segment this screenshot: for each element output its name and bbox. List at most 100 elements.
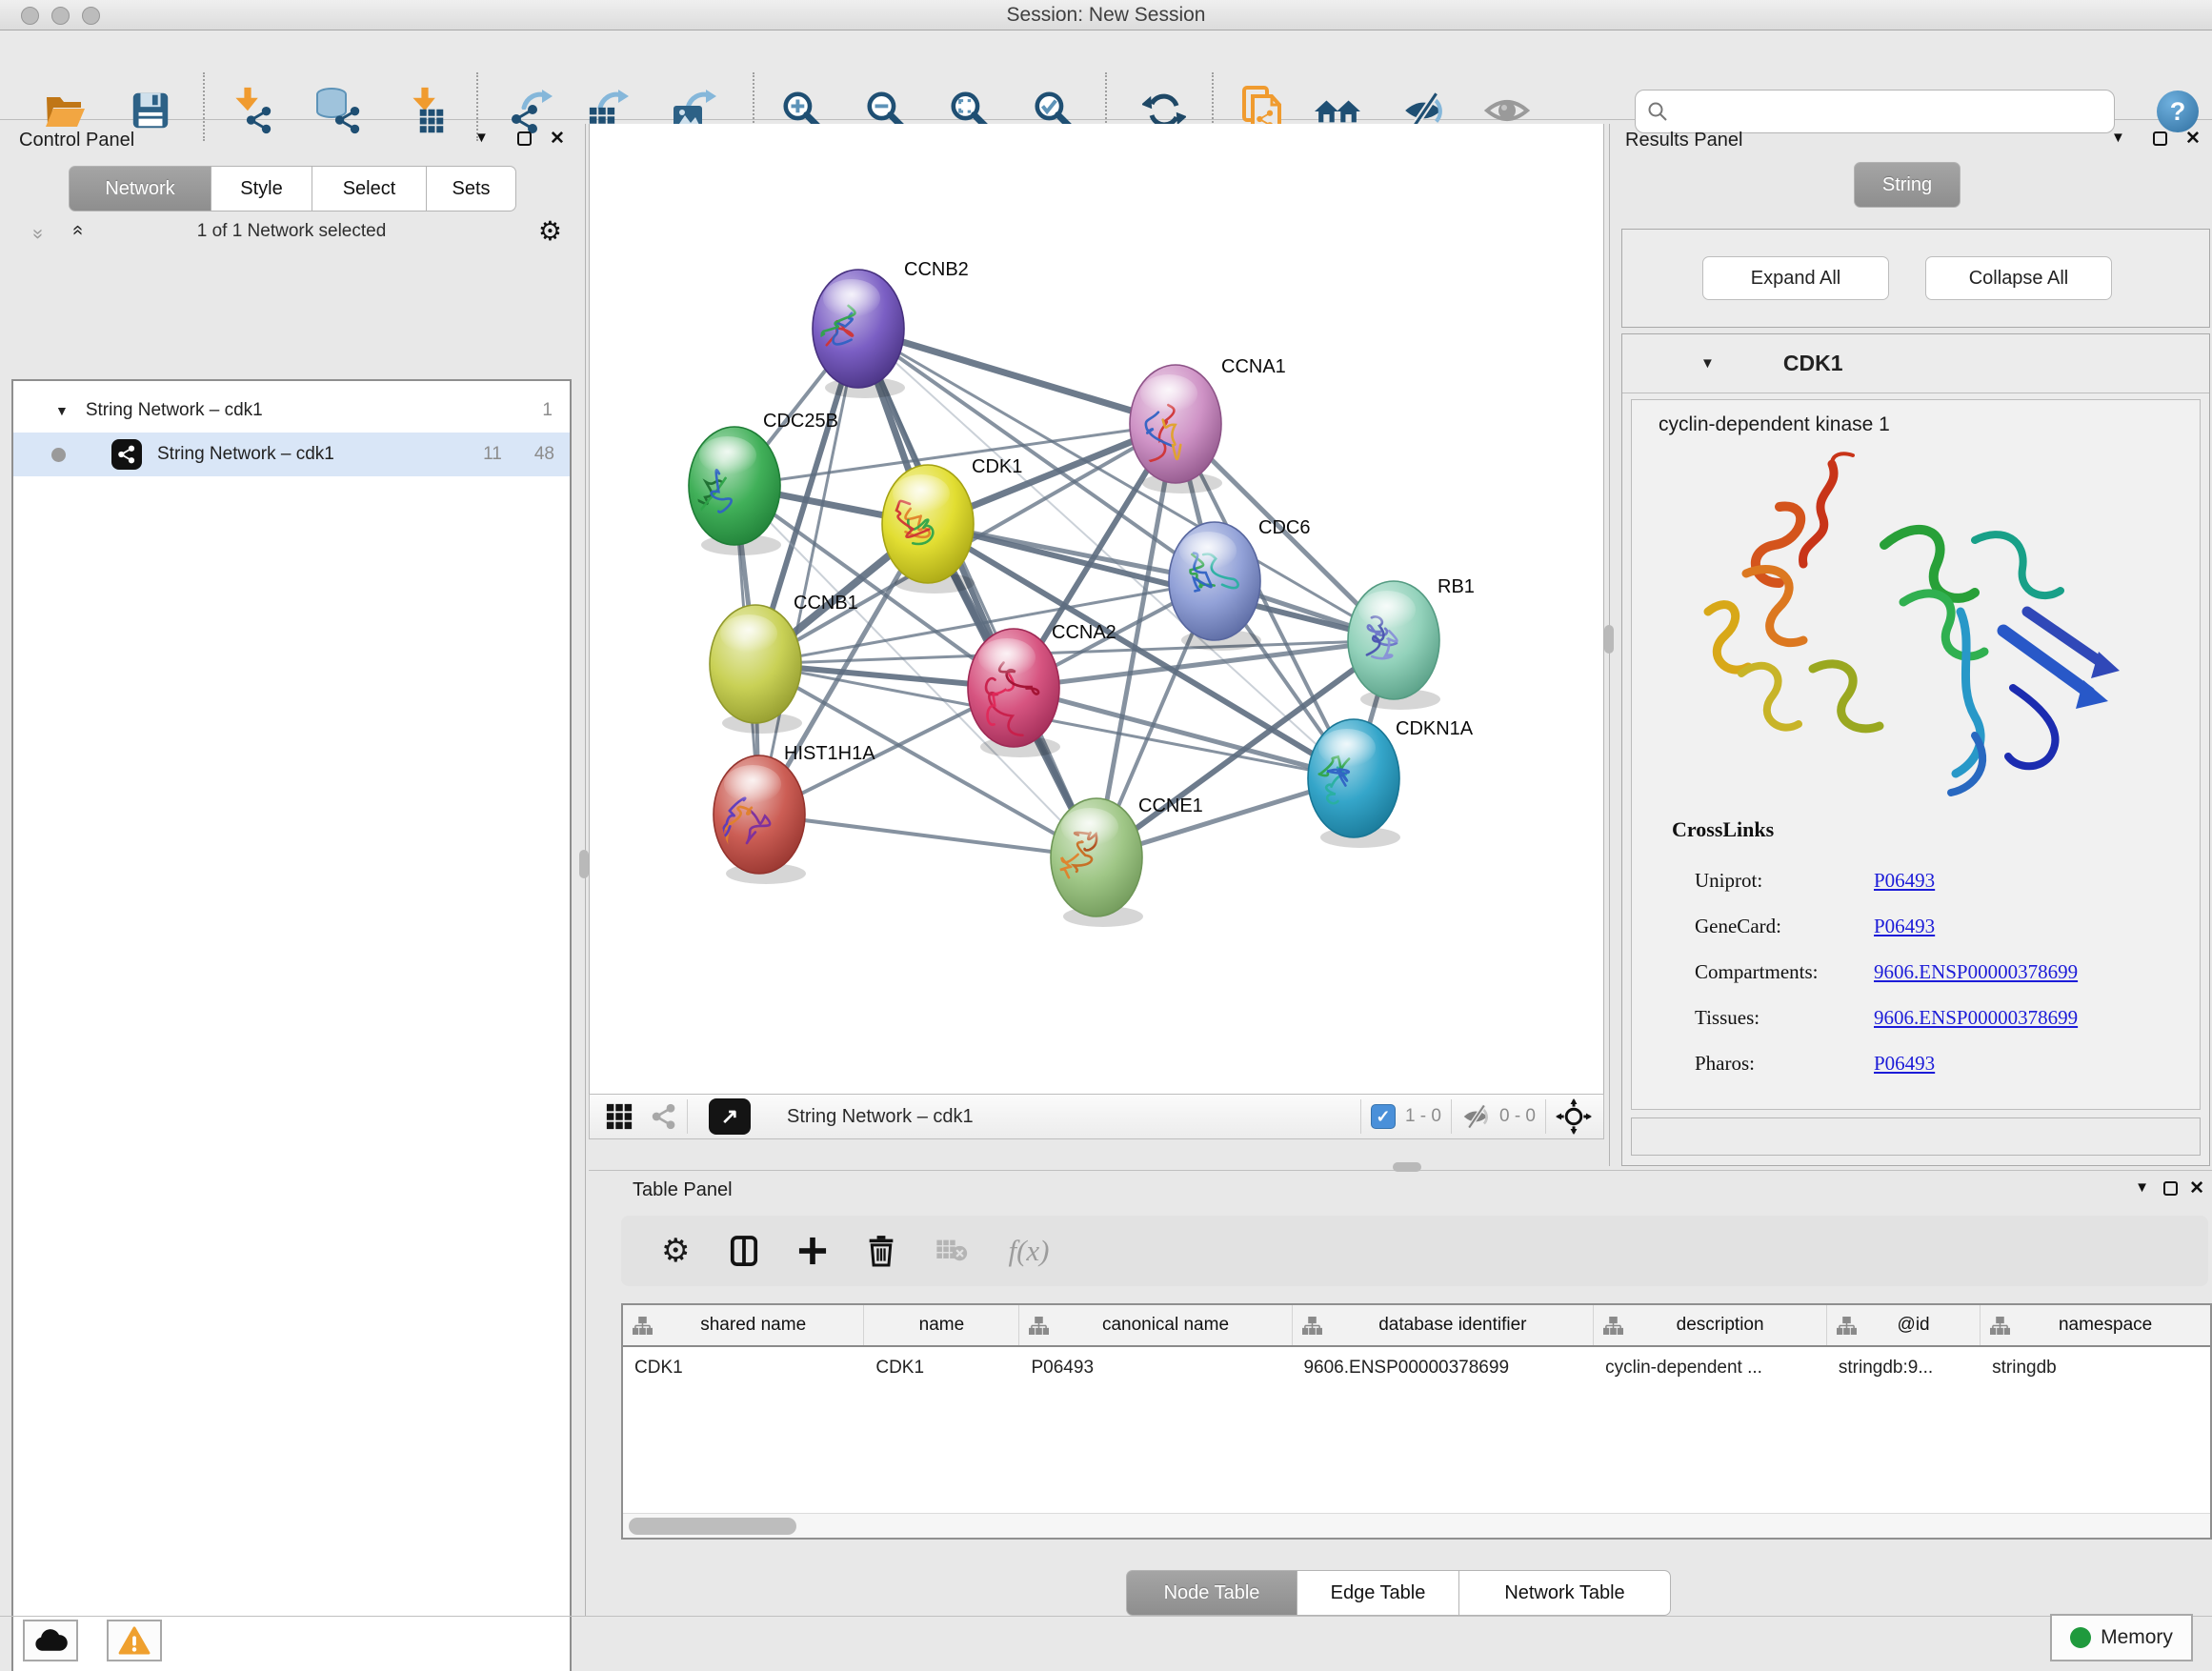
cloud-icon <box>33 1628 68 1653</box>
birds-eye-grid-icon[interactable] <box>605 1102 633 1131</box>
tab-node-table[interactable]: Node Table <box>1126 1570 1297 1616</box>
network-graph: CCNB2CCNA1CDC25BCDK1CDC6RB1CCNB1CCNA2CDK… <box>590 124 1603 1094</box>
float-panel-icon[interactable] <box>2153 131 2167 146</box>
network-node-ccne1[interactable]: CCNE1 <box>1051 795 1203 927</box>
crosslink-link[interactable]: 9606.ENSP00000378699 <box>1874 960 2078 984</box>
network-node-cdc6[interactable]: CDC6 <box>1169 517 1310 651</box>
cell-description[interactable]: cyclin-dependent ... <box>1594 1358 1827 1379</box>
tab-network-table[interactable]: Network Table <box>1459 1570 1671 1616</box>
gene-header[interactable]: ▼ CDK1 <box>1622 334 2209 393</box>
close-panel-icon[interactable]: ✕ <box>550 128 565 150</box>
tab-network[interactable]: Network <box>69 166 211 211</box>
function-builder-icon: f(x) <box>1008 1234 1049 1268</box>
divider <box>1545 1099 1546 1134</box>
network-edge[interactable] <box>858 329 1176 424</box>
expand-all-button[interactable]: Expand All <box>1702 256 1889 300</box>
tab-edge-table[interactable]: Edge Table <box>1297 1570 1459 1616</box>
show-columns-icon[interactable] <box>730 1235 758 1267</box>
results-panel-title: Results Panel <box>1625 130 1742 151</box>
node-label: CCNA2 <box>1052 622 1116 643</box>
network-row[interactable]: String Network – cdk1 11 48 <box>13 433 570 476</box>
gene-description: cyclin-dependent kinase 1 <box>1659 413 1890 436</box>
bottom-splitter-handle[interactable] <box>1393 1162 1421 1172</box>
network-node-cdkn1a[interactable]: CDKN1A <box>1308 718 1474 848</box>
network-canvas[interactable]: CCNB2CCNA1CDC25BCDK1CDC6RB1CCNB1CCNA2CDK… <box>589 124 1604 1094</box>
crosslinks-list: Uniprot: P06493 GeneCard: P06493 Compart… <box>1695 857 2171 1086</box>
cloud-status-button[interactable] <box>23 1620 78 1661</box>
crosslink-row: Tissues: 9606.ENSP00000378699 <box>1695 995 2171 1040</box>
tab-string[interactable]: String <box>1854 162 1961 208</box>
column-header[interactable]: @id <box>1827 1305 1981 1345</box>
collapsed-section[interactable] <box>1631 1117 2201 1156</box>
title-bar: Session: New Session <box>0 0 2212 30</box>
cell-namespace[interactable]: stringdb <box>1981 1358 2210 1379</box>
tab-select[interactable]: Select <box>312 166 427 211</box>
crosslink-row: Uniprot: P06493 <box>1695 857 2171 903</box>
selected-checkbox[interactable]: ✓ <box>1371 1104 1396 1129</box>
left-splitter-handle[interactable] <box>579 850 589 878</box>
column-header[interactable]: description <box>1594 1305 1827 1345</box>
tree-expand-icon[interactable]: ▼ <box>55 403 69 418</box>
gene-panel: ▼ CDK1 cyclin-dependent kinase 1 <box>1621 333 2210 1166</box>
node-label: CCNB1 <box>794 593 858 614</box>
crosslink-link[interactable]: P06493 <box>1874 869 1935 893</box>
network-node-cdc25b[interactable]: CDC25B <box>677 411 838 555</box>
gene-details: cyclin-dependent kinase 1 C <box>1631 399 2201 1110</box>
selected-count: 1 - 0 <box>1405 1106 1441 1127</box>
warnings-button[interactable] <box>107 1620 162 1661</box>
crosslink-link[interactable]: P06493 <box>1874 1052 1935 1076</box>
scrollbar-thumb[interactable] <box>629 1518 796 1535</box>
string-network-icon <box>111 439 142 470</box>
delete-column-trash-icon[interactable] <box>867 1235 895 1267</box>
column-type-icon <box>1029 1317 1049 1335</box>
network-node-hist1h1a[interactable]: HIST1H1A <box>714 743 875 884</box>
collapse-all-button[interactable]: Collapse All <box>1925 256 2112 300</box>
crosslink-label: Uniprot: <box>1695 869 1874 893</box>
close-panel-icon[interactable]: ✕ <box>2189 1178 2204 1199</box>
column-header[interactable]: canonical name <box>1019 1305 1292 1345</box>
warning-icon <box>118 1626 151 1655</box>
collapse-panel-icon[interactable]: ▼ <box>2135 1179 2149 1196</box>
status-bar-divider <box>0 1616 2212 1617</box>
crosslink-link[interactable]: 9606.ENSP00000378699 <box>1874 1006 2078 1030</box>
network-node-rb1[interactable]: RB1 <box>1348 576 1475 710</box>
collapse-panel-icon[interactable]: ▼ <box>474 130 489 146</box>
close-panel-icon[interactable]: ✕ <box>2185 128 2201 150</box>
network-node-ccnb1[interactable]: CCNB1 <box>710 593 858 734</box>
network-options-gear-icon[interactable]: ⚙ <box>538 215 562 247</box>
column-header[interactable]: name <box>864 1305 1019 1345</box>
column-type-icon <box>1837 1317 1857 1335</box>
crosslink-link[interactable]: P06493 <box>1874 915 1935 938</box>
column-header[interactable]: namespace <box>1981 1305 2210 1345</box>
gene-collapse-icon[interactable]: ▼ <box>1700 355 1715 372</box>
detach-view-button[interactable]: ↗ <box>709 1098 751 1135</box>
tab-style[interactable]: Style <box>211 166 312 211</box>
control-panel-tabs: Network Style Select Sets <box>69 166 516 211</box>
column-header[interactable]: shared name <box>623 1305 864 1345</box>
cell-name[interactable]: CDK1 <box>864 1358 1019 1379</box>
search-input[interactable] <box>1668 100 2114 123</box>
add-column-icon[interactable] <box>798 1237 827 1265</box>
float-panel-icon[interactable] <box>2163 1181 2178 1196</box>
network-edge[interactable] <box>759 815 1096 857</box>
cell-database-identifier[interactable]: 9606.ENSP00000378699 <box>1292 1358 1594 1379</box>
memory-button[interactable]: Memory <box>2050 1614 2193 1661</box>
network-node-ccna1[interactable]: CCNA1 <box>1130 356 1286 493</box>
network-collection-row[interactable]: ▼ String Network – cdk1 1 <box>13 389 570 433</box>
collapse-panel-icon[interactable]: ▼ <box>2111 130 2125 146</box>
cell-shared-name[interactable]: CDK1 <box>623 1358 864 1379</box>
table-row[interactable]: CDK1 CDK1 P06493 9606.ENSP00000378699 cy… <box>623 1347 2210 1389</box>
crosshair-icon[interactable] <box>1556 1098 1592 1135</box>
column-type-icon <box>633 1317 653 1335</box>
crosslink-row: Compartments: 9606.ENSP00000378699 <box>1695 949 2171 995</box>
table-horizontal-scrollbar[interactable] <box>623 1513 2210 1538</box>
cell-id[interactable]: stringdb:9... <box>1827 1358 1981 1379</box>
table-options-gear-icon[interactable]: ⚙ <box>661 1232 690 1270</box>
cell-canonical-name[interactable]: P06493 <box>1020 1358 1293 1379</box>
column-header[interactable]: database identifier <box>1293 1305 1595 1345</box>
float-panel-icon[interactable] <box>517 131 532 146</box>
network-edge[interactable] <box>759 329 858 815</box>
tab-sets[interactable]: Sets <box>427 166 516 211</box>
control-panel: Control Panel ▼ ✕ Network Style Select S… <box>0 124 583 1620</box>
arrow-ne-icon: ↗ <box>721 1104 738 1129</box>
